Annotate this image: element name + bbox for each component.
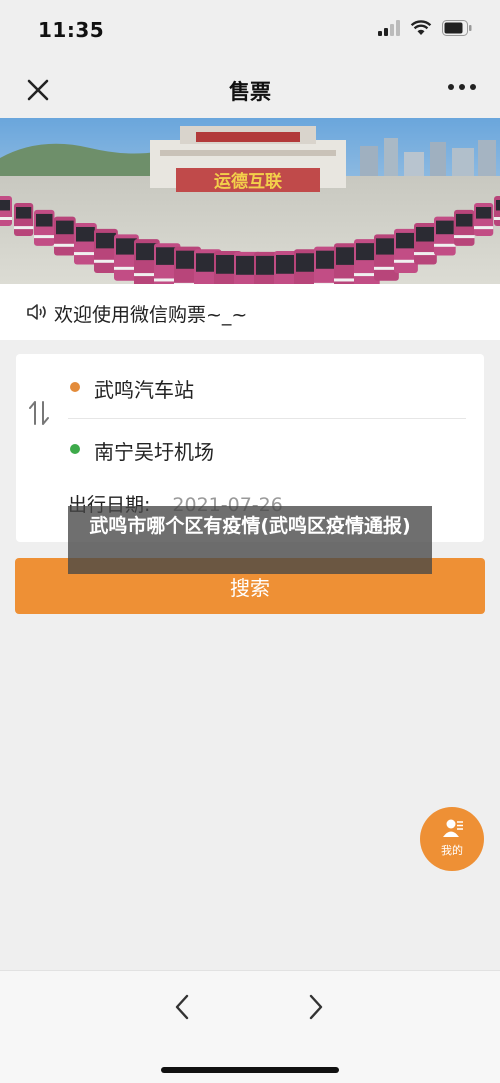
home-indicator[interactable] — [161, 1067, 339, 1073]
coach-windshield — [396, 232, 416, 249]
status-time: 11:35 — [38, 18, 105, 42]
coach-stripe — [414, 252, 437, 256]
coach-windshield — [116, 238, 137, 255]
status-icons — [378, 20, 472, 36]
coach-windshield — [456, 213, 473, 227]
bottom-toolbar — [0, 970, 500, 1083]
my-account-label: 我的 — [441, 844, 463, 857]
my-account-button[interactable]: 我的 — [420, 807, 484, 871]
banner-image: 运德互联 — [0, 118, 500, 284]
speaker-icon — [27, 304, 46, 320]
coach-windshield — [76, 226, 95, 242]
coach-stripe — [454, 235, 475, 239]
coach-windshield — [496, 200, 500, 211]
more-icon[interactable] — [448, 84, 476, 90]
coach-windshield — [476, 207, 492, 219]
coach-stripe — [474, 226, 494, 230]
coach-stripe — [0, 217, 12, 220]
coach-windshield — [16, 207, 32, 219]
notice-bar: 欢迎使用微信购票~_~ — [0, 284, 500, 340]
coach-windshield — [36, 213, 53, 227]
nav-bar: 售票 — [0, 60, 500, 118]
notice-text: 欢迎使用微信购票~_~ — [54, 304, 248, 326]
banner-sign: 运德互联 — [214, 171, 282, 192]
destination-dot — [70, 444, 80, 454]
coach-windshield — [56, 220, 74, 235]
overlay-caption: 武鸣市哪个区有疫情(武鸣区疫情通报) — [68, 506, 432, 574]
coach-windshield — [376, 238, 397, 255]
coach-stripe — [434, 243, 456, 247]
origin-station-field[interactable]: 武鸣汽车站 — [68, 354, 468, 418]
coach-windshield — [436, 220, 454, 235]
search-button-label: 搜索 — [230, 575, 270, 600]
origin-station-label: 武鸣汽车站 — [94, 378, 194, 402]
coach-stripe — [34, 235, 55, 239]
page-title: 售票 — [229, 80, 271, 104]
coach-windshield — [96, 232, 116, 249]
battery-icon — [442, 20, 472, 36]
status-bar: 11:35 — [0, 0, 500, 60]
coach-stripe — [494, 217, 500, 220]
coach-stripe — [54, 243, 76, 247]
coach-windshield — [416, 226, 435, 242]
origin-dot — [70, 382, 80, 392]
chevron-left-icon[interactable] — [172, 993, 192, 1021]
coach-stripe — [14, 226, 34, 230]
chevron-right-icon[interactable] — [306, 993, 326, 1021]
coach-windshield — [0, 200, 10, 211]
swap-icon[interactable] — [29, 400, 49, 426]
destination-station-label: 南宁吴圩机场 — [94, 440, 214, 464]
user-icon — [443, 819, 463, 837]
wifi-icon — [410, 20, 432, 35]
destination-station-field[interactable]: 南宁吴圩机场 — [68, 416, 468, 480]
coach-stripe — [74, 252, 97, 256]
signal-icon — [378, 20, 400, 36]
